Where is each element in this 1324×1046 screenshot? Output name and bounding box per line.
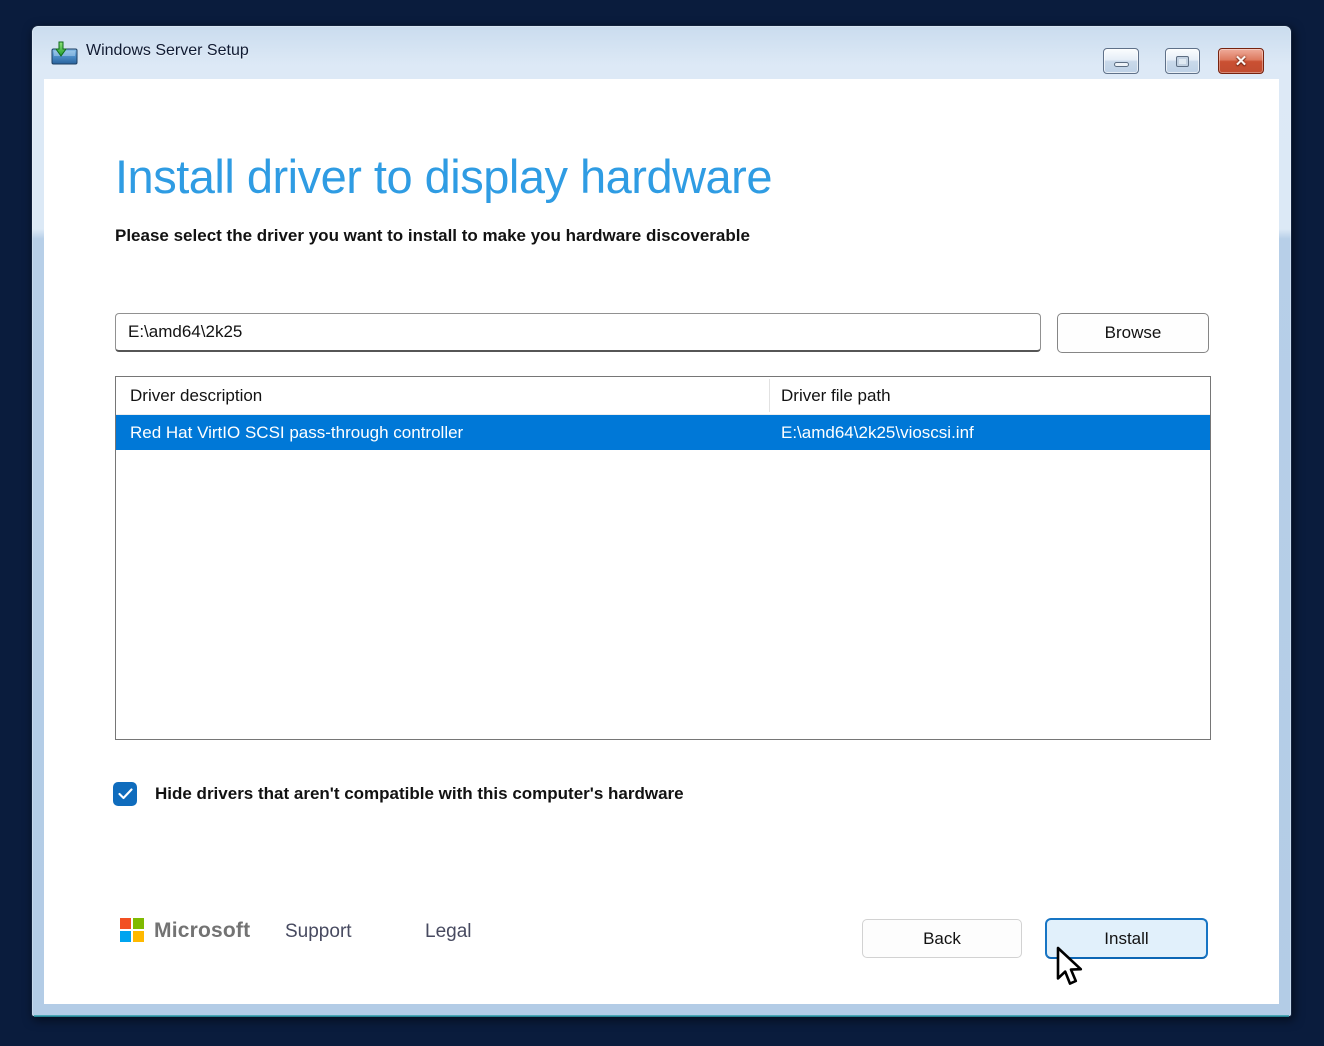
support-link[interactable]: Support	[285, 921, 352, 943]
ms-logo-square-blue	[120, 931, 131, 942]
hide-incompatible-checkbox[interactable]	[113, 782, 137, 806]
title-bar: Windows Server Setup ✕	[32, 26, 1291, 79]
close-button[interactable]: ✕	[1218, 48, 1264, 74]
browse-button[interactable]: Browse	[1057, 313, 1209, 353]
install-button[interactable]: Install	[1045, 918, 1208, 959]
ms-logo-square-yellow	[133, 931, 144, 942]
driver-path-input[interactable]	[115, 313, 1041, 352]
install-button-label: Install	[1104, 929, 1148, 949]
minimize-button[interactable]	[1103, 48, 1139, 74]
back-button[interactable]: Back	[862, 919, 1022, 958]
hide-incompatible-option: Hide drivers that aren't compatible with…	[113, 782, 684, 806]
column-header-description[interactable]: Driver description	[116, 377, 769, 414]
driver-install-icon	[51, 41, 78, 65]
driver-description-cell: Red Hat VirtIO SCSI pass-through control…	[116, 423, 769, 443]
page-subtitle: Please select the driver you want to ins…	[115, 226, 750, 246]
window-title: Windows Server Setup	[86, 42, 249, 60]
maximize-icon	[1176, 56, 1189, 67]
column-separator[interactable]	[769, 379, 770, 412]
driver-file-path-cell: E:\amd64\2k25\vioscsi.inf	[769, 423, 1210, 443]
driver-list-header: Driver description Driver file path	[116, 377, 1210, 415]
setup-window: Windows Server Setup ✕ Install driver to…	[31, 25, 1292, 1017]
maximize-button[interactable]	[1165, 48, 1200, 74]
desktop: { "window": { "title": "Windows Server S…	[0, 0, 1324, 1046]
browse-button-label: Browse	[1105, 323, 1162, 343]
microsoft-logo-icon	[120, 918, 145, 943]
minimize-icon	[1114, 62, 1129, 67]
microsoft-wordmark: Microsoft	[154, 919, 250, 943]
ms-logo-square-green	[133, 918, 144, 929]
driver-list: Driver description Driver file path Red …	[115, 376, 1211, 740]
close-icon: ✕	[1235, 54, 1248, 69]
legal-link[interactable]: Legal	[425, 921, 472, 943]
hide-incompatible-label: Hide drivers that aren't compatible with…	[155, 784, 684, 804]
page-title: Install driver to display hardware	[115, 149, 772, 204]
checkmark-icon	[118, 788, 133, 800]
driver-row-selected[interactable]: Red Hat VirtIO SCSI pass-through control…	[116, 415, 1210, 450]
column-header-file-path[interactable]: Driver file path	[769, 377, 1210, 414]
client-area: Install driver to display hardware Pleas…	[44, 79, 1279, 1004]
back-button-label: Back	[923, 929, 961, 949]
ms-logo-square-red	[120, 918, 131, 929]
